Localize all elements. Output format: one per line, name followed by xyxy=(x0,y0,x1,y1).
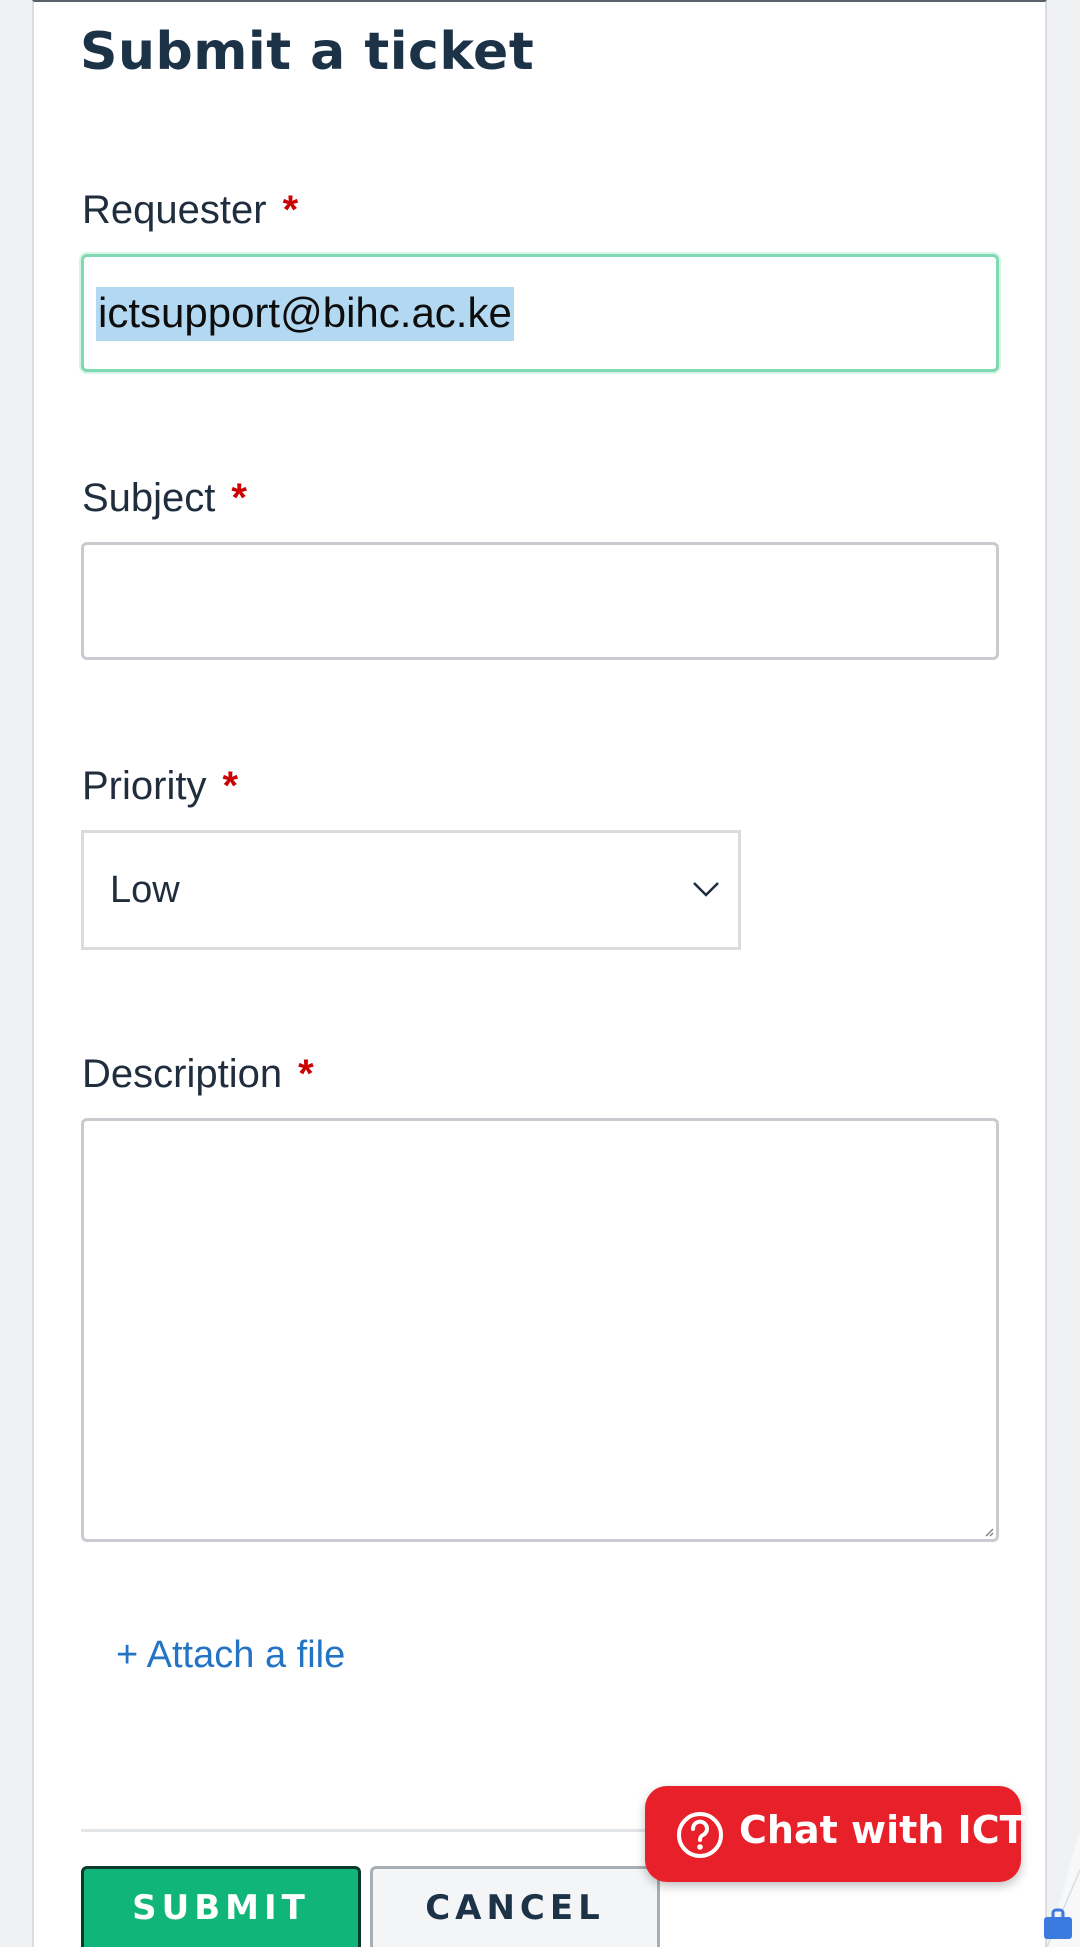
priority-label: Priority * xyxy=(82,764,238,809)
submit-button[interactable]: SUBMIT xyxy=(81,1866,361,1947)
chat-label: Chat with ICT xyxy=(739,1808,1026,1852)
cancel-button[interactable]: CANCEL xyxy=(370,1866,660,1947)
chevron-down-icon xyxy=(693,882,719,897)
description-textarea[interactable] xyxy=(81,1118,999,1542)
requester-input[interactable]: ictsupport@bihc.ac.ke xyxy=(81,254,999,372)
subject-label-text: Subject xyxy=(82,476,216,520)
subject-label: Subject * xyxy=(82,476,247,521)
priority-selected-value: Low xyxy=(110,869,180,911)
page: Submit a ticket Requester * ictsupport@bi… xyxy=(0,0,1080,1947)
subject-input[interactable] xyxy=(81,542,999,660)
resize-handle-icon[interactable] xyxy=(982,1525,994,1537)
requester-label-text: Requester xyxy=(82,188,267,232)
chat-with-ict-button[interactable]: Chat with ICT xyxy=(645,1786,1026,1882)
priority-label-text: Priority xyxy=(82,764,207,808)
required-marker: * xyxy=(231,476,247,520)
priority-select[interactable]: Low xyxy=(81,830,741,950)
required-marker: * xyxy=(298,1052,314,1096)
briefcase-icon[interactable] xyxy=(1043,1908,1073,1940)
requester-value: ictsupport@bihc.ac.ke xyxy=(96,287,514,341)
required-marker: * xyxy=(282,188,299,232)
description-label-text: Description xyxy=(82,1052,283,1096)
requester-label: Requester * xyxy=(82,188,298,233)
page-title: Submit a ticket xyxy=(80,22,535,82)
description-label: Description * xyxy=(82,1052,314,1097)
attach-file-link[interactable]: + Attach a file xyxy=(116,1634,345,1677)
question-circle-icon xyxy=(677,1812,723,1858)
required-marker: * xyxy=(222,764,239,808)
